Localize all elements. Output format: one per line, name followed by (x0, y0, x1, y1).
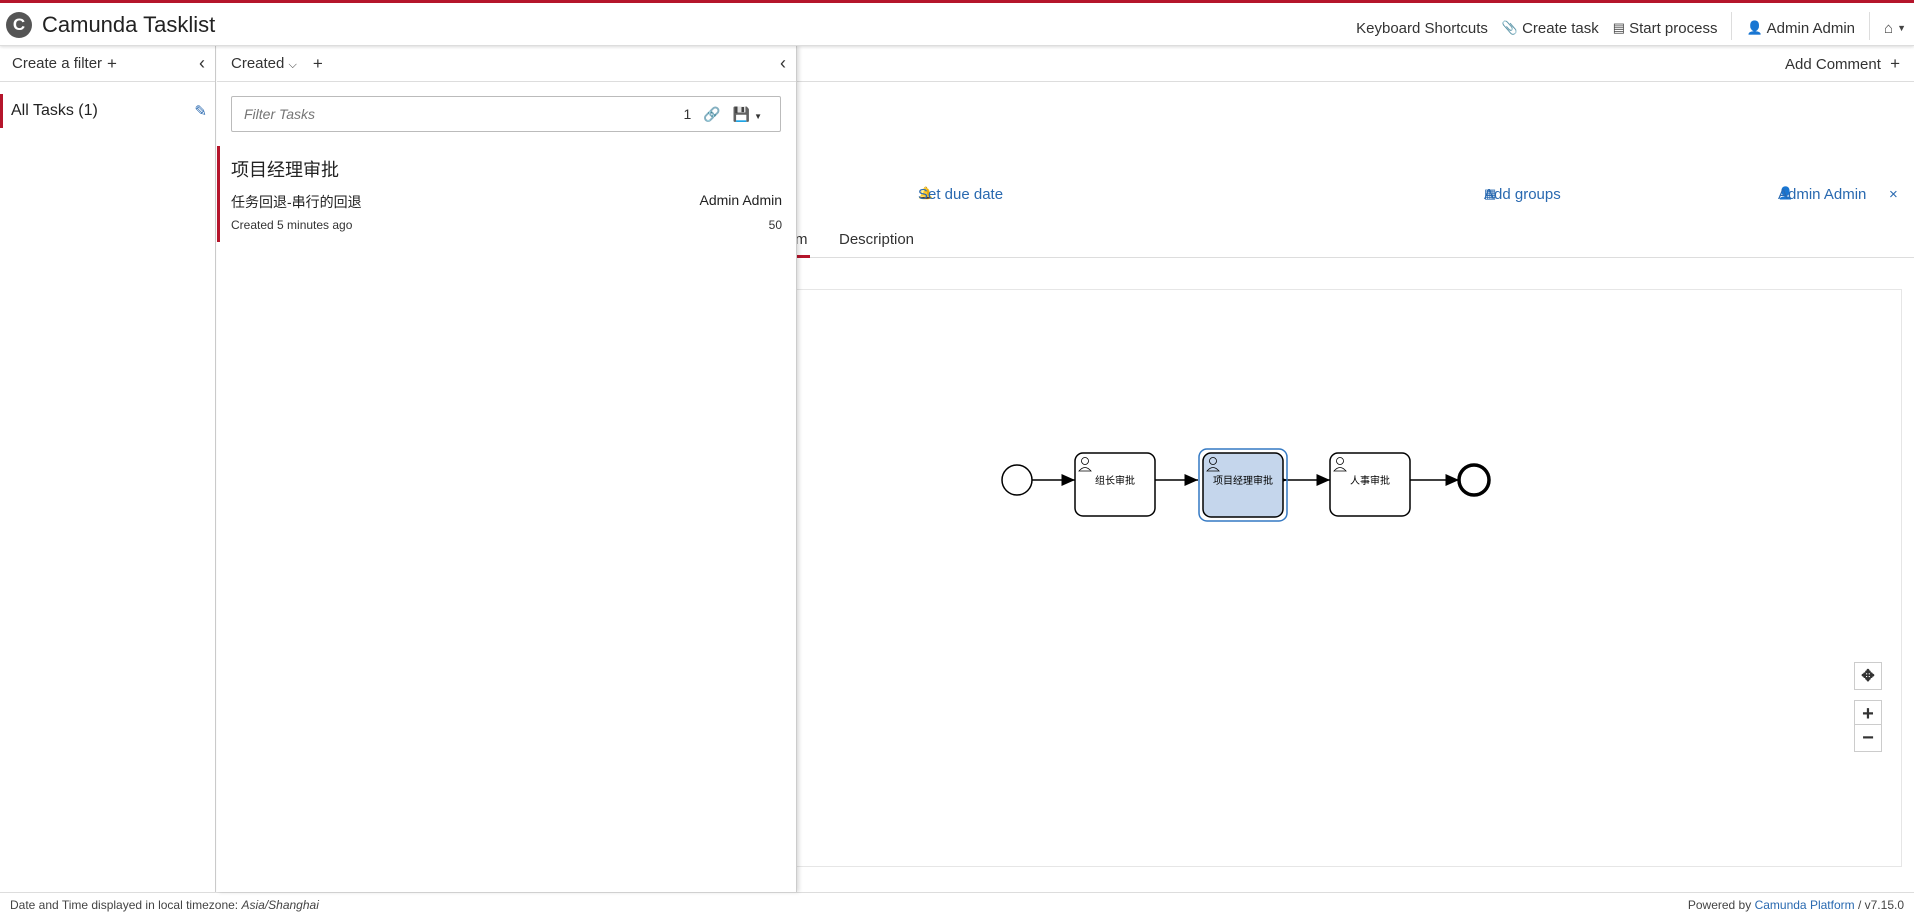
filter-item-all-tasks[interactable]: All Tasks (1) ✎ (0, 94, 215, 128)
camunda-platform-link[interactable]: Camunda Platform (1755, 898, 1855, 912)
create-task-label: Create task (1522, 19, 1599, 37)
end-event[interactable] (1457, 463, 1491, 497)
user-task-2-active[interactable]: 项目经理审批 (1198, 448, 1288, 522)
create-task-link[interactable]: 📎 Create task (1502, 20, 1599, 37)
filters-header: Create a filter + ‹ (0, 46, 215, 82)
filter-tasks-input[interactable] (244, 106, 684, 122)
plus-icon: + (1890, 53, 1900, 73)
pencil-icon[interactable]: ✎ (194, 102, 207, 120)
zoom-out-button[interactable]: − (1854, 724, 1882, 752)
task-2-label: 项目经理审批 (1213, 474, 1273, 487)
footer: Date and Time displayed in local timezon… (0, 892, 1914, 916)
task-list-panel: Created ⌵ + ‹ 1 🔗 💾 ▼ 项目经理审批 任务回退-串行的回退 … (217, 46, 797, 892)
create-filter-link[interactable]: Create a filter (12, 55, 102, 72)
plus-icon: + (1862, 702, 1874, 725)
assignee-label: Admin Admin (1778, 186, 1867, 203)
user-icon: 👤 (1746, 20, 1763, 35)
task-3-label: 人事审批 (1350, 474, 1390, 487)
sort-label: Created (231, 55, 285, 72)
caret-down-icon: ▼ (754, 111, 762, 121)
keyboard-shortcuts-link[interactable]: Keyboard Shortcuts (1356, 20, 1488, 37)
task-created: Created 5 minutes ago (231, 218, 353, 232)
camunda-logo-icon: C (6, 12, 32, 38)
collapse-left-icon[interactable]: ‹ (780, 53, 786, 74)
sort-dropdown[interactable]: Created ⌵ (231, 55, 297, 72)
add-comment-label: Add Comment (1785, 55, 1881, 73)
remove-assignee-close-icon[interactable]: × (1889, 186, 1898, 203)
timezone-prefix: Date and Time displayed in local timezon… (10, 897, 239, 912)
link-icon[interactable]: 🔗 (703, 106, 720, 123)
bpmn-diagram-svg: 组长审批 项目经理审批 人事审批 (1001, 448, 1491, 522)
apps-menu[interactable]: ⌂ ▼ (1884, 20, 1906, 37)
task-list-header: Created ⌵ + ‹ (217, 46, 796, 82)
task-meta-row-2: Created 5 minutes ago 50 (231, 218, 782, 232)
powered-by-label: Powered by (1687, 897, 1752, 912)
collapse-left-icon[interactable]: ‹ (199, 53, 205, 74)
task-filter-box: 1 🔗 💾 ▼ (231, 96, 781, 132)
paperclip-icon: 📎 (1501, 20, 1519, 35)
bpmn-diagram-canvas[interactable]: 组长审批 项目经理审批 人事审批 ✥ + − (797, 289, 1902, 867)
detail-tabs: m Description (793, 226, 1914, 258)
user-menu[interactable]: 👤 Admin Admin (1746, 20, 1855, 37)
start-process-link[interactable]: ▤ Start process (1613, 20, 1718, 37)
add-comment-link[interactable]: Add Comment + (1785, 54, 1900, 74)
start-process-label: Start process (1629, 19, 1718, 37)
top-navbar: C Camunda Tasklist Keyboard Shortcuts 📎 … (0, 0, 1914, 46)
reset-zoom-button[interactable]: ✥ (1854, 662, 1882, 690)
user-name: Admin Admin (1766, 19, 1856, 37)
task-process-name: 任务回退-串行的回退 (231, 194, 362, 210)
user-task-3[interactable]: 人事审批 (1329, 452, 1411, 517)
nav-divider (1731, 12, 1733, 40)
task-assignee: Admin Admin (699, 192, 782, 208)
timezone-value: Asia/Shanghai (241, 897, 319, 912)
task-1-label: 组长审批 (1095, 474, 1135, 487)
caret-down-icon: ▼ (1897, 23, 1906, 33)
home-icon: ⌂ (1884, 19, 1894, 37)
floppy-disk-icon: 💾 (732, 105, 751, 122)
version-label: / v7.15.0 (1857, 897, 1904, 912)
powered-by: Powered by Camunda Platform / v7.15.0 (1688, 898, 1904, 912)
app-title: Camunda Tasklist (42, 12, 216, 37)
start-event[interactable] (1001, 464, 1033, 496)
save-dropdown[interactable]: 💾 ▼ (733, 106, 762, 123)
task-meta-row: 任务回退-串行的回退 Admin Admin (231, 192, 782, 212)
task-card[interactable]: 项目经理审批 任务回退-串行的回退 Admin Admin Created 5 … (217, 146, 796, 242)
crosshair-icon: ✥ (1861, 668, 1875, 685)
user-task-1[interactable]: 组长审批 (1074, 452, 1156, 517)
minus-icon: − (1862, 726, 1874, 749)
keyboard-shortcuts-label: Keyboard Shortcuts (1356, 19, 1488, 37)
task-meta-actions: 🔔 Set due date ▦ Add groups 👤 Admin Admi… (797, 186, 1914, 206)
add-sort-plus-icon[interactable]: + (313, 54, 323, 74)
filter-count: 1 (683, 106, 692, 122)
brand[interactable]: C Camunda Tasklist (6, 12, 215, 38)
chevron-down-icon: ⌵ (288, 59, 297, 71)
timezone-note: Date and Time displayed in local timezon… (10, 898, 319, 912)
add-groups-label: Add groups (1484, 186, 1561, 203)
top-nav: Keyboard Shortcuts 📎 Create task ▤ Start… (1356, 12, 1906, 40)
filter-item-label: All Tasks (1) (11, 102, 98, 119)
list-alt-icon: ▤ (1612, 20, 1626, 35)
detail-header: Add Comment + (797, 46, 1914, 82)
plus-icon[interactable]: + (107, 54, 117, 74)
task-priority: 50 (768, 218, 782, 232)
tab-description[interactable]: Description (837, 226, 916, 258)
nav-divider (1869, 12, 1871, 40)
filters-sidebar: Create a filter + ‹ All Tasks (1) ✎ (0, 46, 216, 892)
task-name: 项目经理审批 (231, 160, 339, 180)
set-due-date-label: Set due date (918, 186, 1004, 203)
task-detail-panel: Add Comment + 🔔 Set due date ▦ Add group… (793, 46, 1914, 892)
